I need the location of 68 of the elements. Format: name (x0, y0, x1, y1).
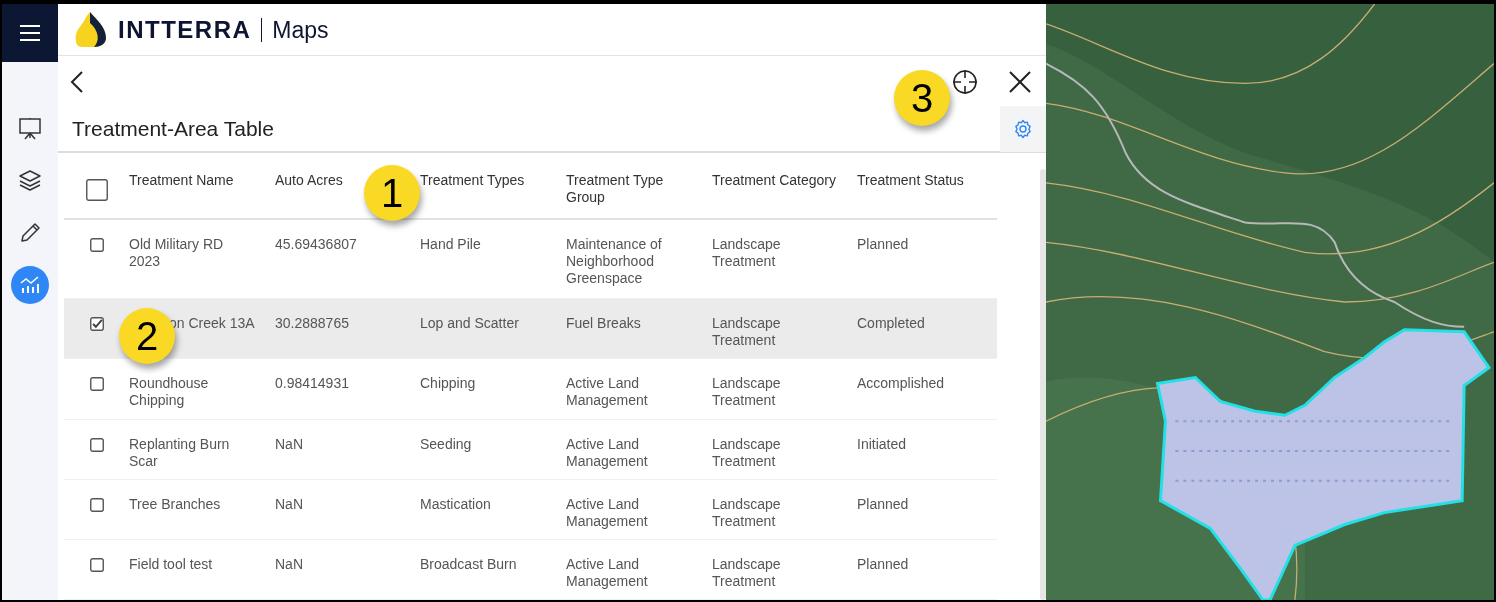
menu-button[interactable] (2, 4, 58, 62)
table-row[interactable]: Roundhouse Chipping 0.98414931 Chipping Active Land Management Landscape Treatment Accomplished (64, 359, 997, 420)
table-cell: Planned (857, 556, 909, 573)
table-cell-text: Landscape Treatment (712, 375, 782, 409)
callout-badge: 1 (364, 165, 420, 221)
column-header[interactable]: Treatment Status (857, 172, 964, 189)
table-cell-text: Active Land Management (566, 436, 649, 470)
column-header[interactable]: Auto Acres (275, 172, 343, 189)
table-cell-text: Landscape Treatment (712, 436, 782, 470)
table-cell: NaN (275, 436, 303, 453)
close-icon (1008, 69, 1032, 94)
column-header[interactable]: Treatment Category (712, 172, 836, 189)
column-header[interactable]: Treatment Types (420, 172, 525, 189)
table-cell: 30.2888765 (275, 315, 349, 332)
table-cell: Field tool test (129, 556, 213, 573)
settings-icon (1013, 119, 1033, 139)
brand-name: INTTERRA (118, 14, 252, 45)
checkbox[interactable] (89, 317, 104, 331)
table-cell-text: Landscape Treatment (712, 496, 782, 530)
pencil-icon (18, 221, 42, 245)
crosshair-icon (952, 68, 978, 95)
column-header[interactable]: Treatment Type Group (566, 172, 694, 206)
product-name: Maps (261, 17, 329, 42)
checkbox[interactable] (85, 179, 108, 201)
table-row[interactable]: Field tool test NaN Broadcast Burn Active Land Management Landscape Treatment Planned (64, 540, 997, 600)
panel-title: Treatment-Area Table (72, 116, 275, 143)
menu-icon (19, 25, 41, 41)
table-cell-text: Active Land Management (566, 375, 649, 409)
table-cell: Hand Pile (420, 236, 481, 253)
checkbox[interactable] (89, 498, 104, 512)
table-row[interactable]: Tree Branches NaN Mastication Active Land Management Landscape Treatment Planned (64, 480, 997, 540)
table-cell: Completed (857, 315, 925, 332)
table-cell-text: Maintenance of Neighborhood Greenspace (566, 236, 663, 287)
checkbox[interactable] (89, 377, 104, 391)
table-cell: Mastication (420, 496, 491, 513)
table-cell: Accomplished (857, 375, 945, 392)
table-row[interactable]: Replanting Burn Scar NaN Seeding Active Land Management Landscape Treatment Initiated (64, 420, 997, 480)
settings-button[interactable] (1000, 106, 1046, 152)
presentation-icon (18, 117, 42, 141)
table-cell: 45.69436807 (275, 236, 357, 253)
checkbox[interactable] (89, 438, 104, 452)
table-cell-text: Roundhouse Chipping (129, 375, 210, 409)
table-cell-text: Active Land Management (566, 496, 649, 530)
column-header[interactable]: Treatment Name (129, 172, 234, 189)
table-cell: Tree Branches (129, 496, 221, 513)
table-cell-text: Active Land Management (566, 556, 649, 590)
table-cell: Fuel Breaks (566, 315, 641, 332)
callout-badge: 3 (894, 70, 950, 126)
table-cell: NaN (275, 496, 303, 513)
table-cell-text: Landscape Treatment (712, 236, 782, 270)
table-cell-text: Landscape Treatment (712, 556, 782, 590)
table-cell: Seeding (420, 436, 472, 453)
table-cell-text: Landscape Treatment (712, 315, 782, 349)
checkbox[interactable] (89, 558, 104, 572)
table-cell-text: Old Military RD 2023 (129, 236, 225, 270)
table-cell: NaN (275, 556, 303, 573)
table-cell-text: Replanting Burn Scar (129, 436, 231, 470)
back-icon (70, 69, 84, 94)
table-cell: Lop and Scatter (420, 315, 519, 332)
table-cell: 0.98414931 (275, 375, 349, 392)
checkbox[interactable] (89, 238, 104, 252)
table-cell: Chipping (420, 375, 476, 392)
layers-icon (18, 169, 42, 193)
table-cell: Planned (857, 236, 909, 253)
table-cell: Broadcast Burn (420, 556, 517, 573)
table-cell: Planned (857, 496, 909, 513)
table-cell: Initiated (857, 436, 907, 453)
scrollbar[interactable] (1040, 169, 1046, 600)
